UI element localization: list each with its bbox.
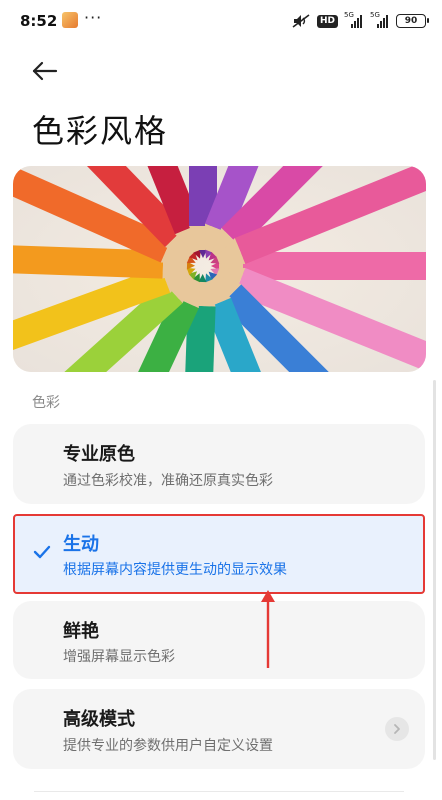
back-button[interactable] [28,54,62,88]
signal-icon-1: 5G [344,11,364,28]
section-label-color: 色彩 [32,395,60,411]
option-advanced-mode[interactable]: 高级模式 提供专业的参数供用户自定义设置 [13,689,425,769]
option-vivid-selected[interactable]: 生动 根据屏幕内容提供更生动的显示效果 [13,514,425,594]
bottom-divider [34,791,404,792]
status-time: 8:52 [20,12,58,30]
annotation-arrow-icon [261,590,275,668]
option-title: 高级模式 [63,709,135,730]
page-title: 色彩风格 [32,112,169,150]
option-title: 生动 [63,534,99,555]
option-professional-color[interactable]: 专业原色 通过色彩校准，准确还原真实色彩 [13,424,425,504]
scrollbar[interactable] [433,380,436,760]
option-title: 鲜艳 [63,621,99,642]
battery-icon: 90 [396,14,429,28]
mute-icon [292,14,310,28]
status-bar: 8:52 ··· HD 5G 5G 90 [0,0,442,40]
notification-app-icon [62,12,78,28]
check-icon [33,545,51,559]
option-description: 增强屏幕显示色彩 [63,649,175,665]
option-description: 通过色彩校准，准确还原真实色彩 [63,473,273,489]
signal-icon-2: 5G [370,11,390,28]
color-pencils-banner-image [13,166,426,372]
status-right-group: HD 5G 5G 90 [291,11,429,30]
signal-tag-2: 5G [370,11,380,19]
arrow-left-icon [32,61,58,81]
option-description: 根据屏幕内容提供更生动的显示效果 [63,562,287,578]
option-bright[interactable]: 鲜艳 增强屏幕显示色彩 [13,601,425,679]
option-description: 提供专业的参数供用户自定义设置 [63,738,273,754]
signal-tag-1: 5G [344,11,354,19]
option-title: 专业原色 [63,444,135,465]
chevron-right-icon [385,717,409,741]
more-notifications-icon: ··· [84,8,103,27]
hd-badge: HD [316,14,338,28]
